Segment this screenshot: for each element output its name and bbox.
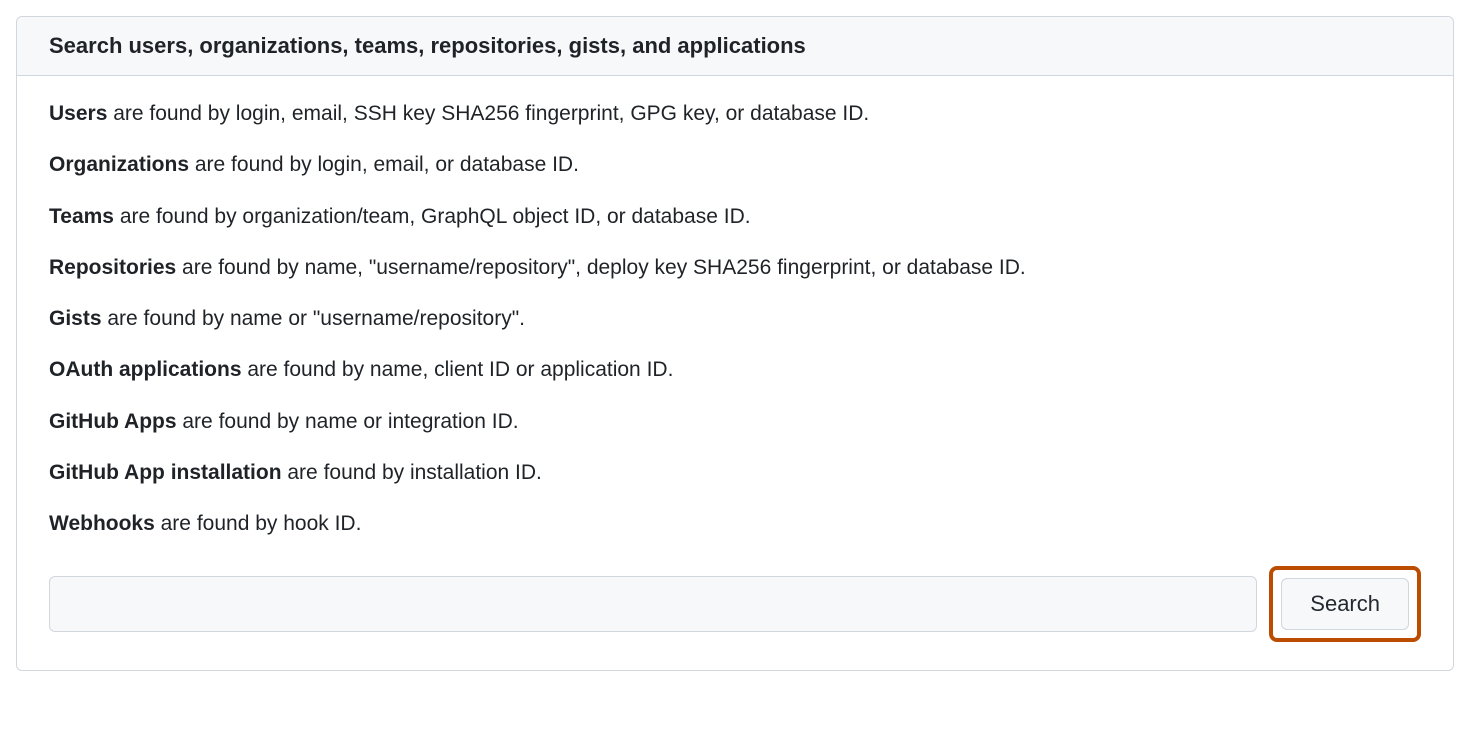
- help-line-organizations: Organizations are found by login, email,…: [49, 151, 1421, 178]
- help-line-webhooks: Webhooks are found by hook ID.: [49, 510, 1421, 537]
- help-bold: GitHub App installation: [49, 461, 282, 484]
- help-bold: GitHub Apps: [49, 410, 177, 433]
- search-panel: Search users, organizations, teams, repo…: [16, 16, 1454, 671]
- help-line-github-apps: GitHub Apps are found by name or integra…: [49, 408, 1421, 435]
- search-row: Search: [49, 566, 1421, 642]
- help-text: are found by name or integration ID.: [177, 410, 519, 433]
- help-text: are found by login, email, SSH key SHA25…: [107, 102, 869, 125]
- help-text: are found by name, "username/repository"…: [176, 256, 1026, 279]
- search-button[interactable]: Search: [1281, 578, 1409, 630]
- help-line-users: Users are found by login, email, SSH key…: [49, 100, 1421, 127]
- help-text: are found by organization/team, GraphQL …: [114, 205, 751, 228]
- help-line-github-app-installation: GitHub App installation are found by ins…: [49, 459, 1421, 486]
- help-line-repositories: Repositories are found by name, "usernam…: [49, 254, 1421, 281]
- help-bold: Users: [49, 102, 107, 125]
- help-bold: Webhooks: [49, 512, 155, 535]
- help-line-oauth-applications: OAuth applications are found by name, cl…: [49, 356, 1421, 383]
- help-text: are found by installation ID.: [282, 461, 542, 484]
- help-bold: OAuth applications: [49, 358, 242, 381]
- panel-body: Users are found by login, email, SSH key…: [17, 76, 1453, 670]
- help-bold: Repositories: [49, 256, 176, 279]
- help-text: are found by login, email, or database I…: [189, 153, 579, 176]
- search-input[interactable]: [49, 576, 1257, 632]
- help-line-gists: Gists are found by name or "username/rep…: [49, 305, 1421, 332]
- help-text: are found by name, client ID or applicat…: [242, 358, 674, 381]
- help-text: are found by hook ID.: [155, 512, 362, 535]
- help-text: are found by name or "username/repositor…: [102, 307, 525, 330]
- panel-title: Search users, organizations, teams, repo…: [17, 17, 1453, 76]
- help-bold: Teams: [49, 205, 114, 228]
- help-line-teams: Teams are found by organization/team, Gr…: [49, 203, 1421, 230]
- search-button-highlight: Search: [1269, 566, 1421, 642]
- help-bold: Gists: [49, 307, 102, 330]
- help-bold: Organizations: [49, 153, 189, 176]
